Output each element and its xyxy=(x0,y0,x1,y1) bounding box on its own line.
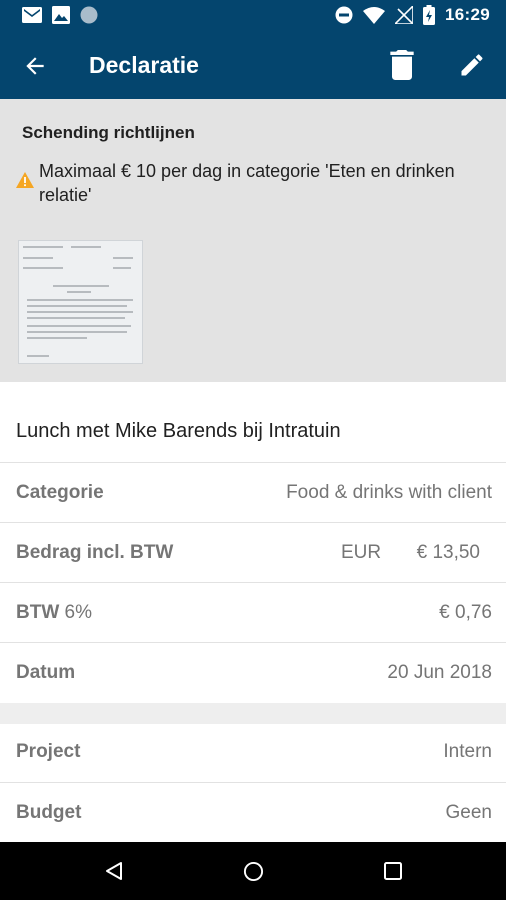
guideline-violation-panel: Schending richtlijnen Maximaal € 10 per … xyxy=(0,99,506,382)
violation-message: Maximaal € 10 per dag in categorie 'Eten… xyxy=(39,161,455,205)
no-signal-icon xyxy=(395,6,414,24)
row-value: € 0,76 xyxy=(439,602,492,623)
receipt-thumbnail[interactable] xyxy=(18,240,143,364)
row-btw[interactable]: BTW 6% € 0,76 xyxy=(0,582,506,642)
row-label: Project xyxy=(16,741,81,762)
row-label: Budget xyxy=(16,802,82,823)
row-label: Datum xyxy=(16,662,76,683)
row-datum[interactable]: Datum 20 Jun 2018 xyxy=(0,642,506,702)
page-title: Declaratie xyxy=(89,52,199,78)
row-value: Food & drinks with client xyxy=(286,482,492,503)
violation-title: Schending richtlijnen xyxy=(22,123,195,142)
navigation-bar xyxy=(0,842,506,900)
image-icon xyxy=(52,6,70,24)
nav-back-icon[interactable] xyxy=(104,861,124,881)
trash-icon[interactable] xyxy=(390,50,414,80)
btw-rate: 6% xyxy=(64,602,93,623)
row-label: Categorie xyxy=(16,482,104,503)
btw-label: BTW xyxy=(16,602,60,623)
row-label: Bedrag incl. BTW xyxy=(16,542,174,563)
pencil-icon[interactable] xyxy=(458,51,486,79)
row-budget[interactable]: Budget Geen xyxy=(0,782,506,842)
row-categorie[interactable]: Categorie Food & drinks with client xyxy=(0,462,506,522)
warning-icon xyxy=(16,172,34,188)
status-time: 16:29 xyxy=(445,5,490,24)
row-project[interactable]: Project Intern xyxy=(0,722,506,782)
battery-icon xyxy=(423,5,436,25)
wifi-icon xyxy=(363,6,386,24)
arrow-back-icon[interactable] xyxy=(22,53,48,79)
row-value: 20 Jun 2018 xyxy=(387,662,492,683)
row-label: BTW 6% xyxy=(16,602,92,624)
row-bedrag[interactable]: Bedrag incl. BTW EUR € 13,50 xyxy=(0,522,506,582)
row-value: Intern xyxy=(443,741,492,762)
circle-icon xyxy=(80,6,98,24)
section-divider xyxy=(0,703,506,724)
app-bar: Declaratie xyxy=(0,33,506,99)
gmail-icon xyxy=(22,7,42,23)
nav-home-icon[interactable] xyxy=(243,861,264,882)
do-not-disturb-icon xyxy=(335,6,353,24)
nav-recents-icon[interactable] xyxy=(384,862,402,880)
row-value: € 13,50 xyxy=(416,542,480,563)
currency-code: EUR xyxy=(341,542,382,563)
row-value: Geen xyxy=(445,802,492,823)
expense-description: Lunch met Mike Barends bij Intratuin xyxy=(16,420,341,442)
status-bar: 16:29 xyxy=(0,0,506,33)
